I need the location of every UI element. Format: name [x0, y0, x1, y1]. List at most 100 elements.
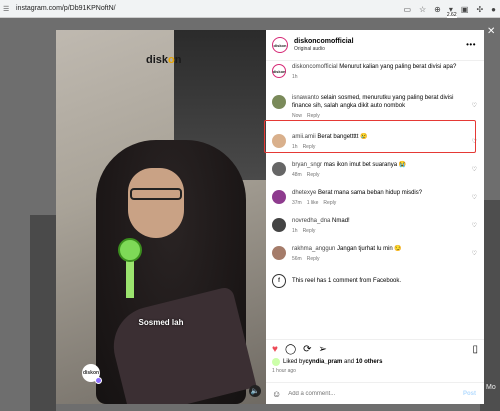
comment-meta: 37m 1 like Reply: [292, 200, 464, 206]
bookmark-star-icon[interactable]: ☆: [419, 5, 426, 14]
reply-button[interactable]: Reply: [323, 200, 336, 206]
extension-version: 2.62: [446, 11, 457, 18]
caption-avatar[interactable]: diskon: [272, 64, 286, 78]
comment-time: 1h: [292, 228, 298, 234]
comment-content: Berat mana sama beban hidup misdis?: [318, 190, 423, 196]
comment-input[interactable]: [288, 390, 439, 397]
video-mic: [118, 238, 142, 262]
video-face: [128, 168, 184, 238]
comment-username[interactable]: diskoncomofficial: [292, 64, 338, 70]
likes-user[interactable]: cyndia_pram: [305, 359, 342, 365]
browser-toolbar: ▭ ☆ ⊕ ▾ 2.62 ▣ ✣ ●: [403, 0, 496, 18]
comment-content: Jangan tjurhat lu min 😏: [337, 246, 402, 252]
comment-meta: 1h Reply: [292, 228, 464, 234]
translate-icon[interactable]: ⊕: [434, 5, 441, 14]
comment-meta: Now Reply: [292, 113, 464, 119]
like-heart-icon[interactable]: ♥: [272, 344, 278, 355]
logo-part-1: disk: [146, 54, 169, 66]
comment-username[interactable]: dhetexye: [292, 190, 316, 196]
likes-connector: and: [342, 359, 356, 365]
verified-dot-icon: [95, 377, 102, 384]
comment-time: Now: [292, 113, 303, 119]
likes-others[interactable]: 10 others: [356, 359, 383, 365]
repost-icon[interactable]: ⟳: [303, 344, 311, 355]
video-brand-logo: diskon: [146, 54, 181, 66]
reply-button[interactable]: Reply: [307, 113, 320, 119]
more-options-icon[interactable]: •••: [466, 40, 476, 49]
comment-username[interactable]: bryan_sngr: [292, 162, 322, 168]
screenshot-extension-icon[interactable]: ▣: [461, 5, 469, 14]
comment-icon[interactable]: ◯: [285, 344, 296, 355]
like-comment-icon[interactable]: ♡: [472, 250, 477, 257]
reply-button[interactable]: Reply: [303, 228, 316, 234]
cast-icon[interactable]: ▭: [403, 5, 411, 14]
background-more-text: Mo: [486, 384, 496, 391]
caption-comment: diskon diskoncomofficial Menurut kalian …: [266, 63, 484, 80]
comment-text: rakhma_anggun Jangan tjurhat lu min 😏: [292, 245, 464, 253]
emoji-icon[interactable]: ☺: [272, 389, 281, 399]
video-avatar-text: diskon: [82, 370, 100, 376]
commenter-avatar[interactable]: [272, 218, 286, 232]
reel-video[interactable]: diskon Sosmed lah diskon 🔈: [56, 30, 266, 404]
reply-button[interactable]: Reply: [307, 172, 320, 178]
caption-avatar-text: diskon: [272, 68, 286, 74]
comment-meta: 1h: [292, 74, 464, 80]
share-icon[interactable]: ➢: [319, 344, 327, 355]
post-time: 1 hour ago: [272, 368, 296, 374]
author-avatar-text: diskon: [273, 42, 287, 48]
comment-text: diskoncomofficial Menurut kalian yang pa…: [292, 63, 464, 71]
like-comment-icon[interactable]: ♡: [472, 194, 477, 201]
audio-label[interactable]: Original audio: [294, 46, 354, 52]
puzzle-extensions-icon[interactable]: ✣: [476, 5, 483, 14]
comment-time: 56m: [292, 256, 302, 262]
comment-content: Nmad!: [332, 218, 350, 224]
commenter-avatar[interactable]: [272, 162, 286, 176]
like-comment-icon[interactable]: ♡: [472, 222, 477, 229]
logo-accent: o: [168, 54, 175, 66]
post-header: diskon diskoncomofficial Original audio …: [266, 30, 484, 61]
comment-body: isnawanto selain sosmed, menurutku yang …: [292, 94, 464, 119]
facebook-icon: f: [272, 274, 286, 288]
commenter-avatar[interactable]: [272, 190, 286, 204]
comment-time: 1h: [292, 74, 298, 80]
post-actions-bar: ♥ ◯ ⟳ ➢ ▯: [266, 339, 484, 359]
comment-username[interactable]: isnawanto: [292, 95, 319, 101]
comment-time: 48m: [292, 172, 302, 178]
post-comment-button[interactable]: Post: [463, 391, 476, 397]
reply-button[interactable]: Reply: [307, 256, 320, 262]
profile-icon[interactable]: ●: [491, 5, 496, 14]
comment-username[interactable]: novredha_dna: [292, 218, 330, 224]
extension-icon[interactable]: ▾ 2.62: [446, 5, 457, 18]
comment-text: isnawanto selain sosmed, menurutku yang …: [292, 94, 464, 110]
comment-text: bryan_sngr mas ikon imut bet suaranya 😭: [292, 161, 464, 169]
video-creator-avatar[interactable]: diskon: [82, 364, 102, 384]
background-thumbnail-left: [30, 215, 56, 411]
author-username[interactable]: diskoncomofficial: [294, 38, 354, 45]
close-icon[interactable]: ✕: [487, 26, 495, 37]
like-comment-icon[interactable]: ♡: [472, 102, 477, 109]
comment-username[interactable]: rakhma_anggun: [292, 246, 335, 252]
commenter-avatar[interactable]: [272, 95, 286, 109]
likes-prefix: Liked by: [283, 359, 306, 365]
post-panel: diskon diskoncomofficial Original audio …: [266, 30, 484, 404]
comment-like-count[interactable]: 1 like: [307, 200, 319, 206]
comment-text: novredha_dna Nmad!: [292, 217, 464, 225]
commenter-avatar[interactable]: [272, 246, 286, 260]
likes-summary[interactable]: Liked by cyndia_pram and 10 others: [272, 358, 382, 366]
comment-item: novredha_dna Nmad! 1h Reply ♡: [266, 217, 484, 234]
comment-time: 37m: [292, 200, 302, 206]
logo-part-2: n: [174, 54, 182, 66]
facebook-comments-note[interactable]: f This reel has 1 comment from Facebook.: [266, 273, 484, 288]
author-avatar[interactable]: diskon: [272, 37, 288, 53]
comment-body: dhetexye Berat mana sama beban hidup mis…: [292, 189, 464, 206]
like-comment-icon[interactable]: ♡: [472, 166, 477, 173]
comment-meta: 56m Reply: [292, 256, 464, 262]
save-bookmark-icon[interactable]: ▯: [472, 344, 478, 355]
mute-icon[interactable]: 🔈: [249, 385, 261, 397]
site-settings-icon[interactable]: ☰: [3, 5, 13, 13]
comment-item: bryan_sngr mas ikon imut bet suaranya 😭 …: [266, 161, 484, 178]
comment-content: mas ikon imut bet suaranya 😭: [323, 162, 407, 168]
url-text[interactable]: instagram.com/p/Db91KPNoftN/: [16, 5, 116, 12]
comment-item: isnawanto selain sosmed, menurutku yang …: [266, 94, 484, 119]
highlight-box: [264, 120, 476, 153]
